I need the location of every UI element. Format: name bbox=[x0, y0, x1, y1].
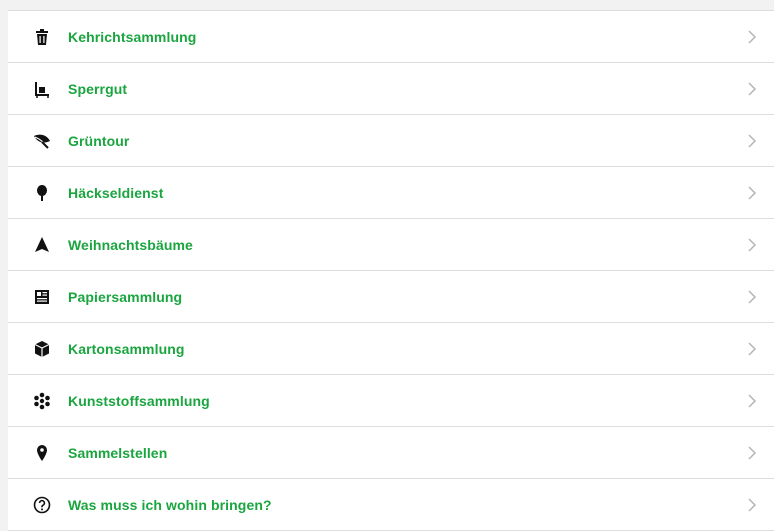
list-item-gruentour[interactable]: Grüntour bbox=[8, 115, 774, 167]
list-item-label: Kehrichtsammlung bbox=[68, 28, 197, 45]
list-item-haeckseldienst[interactable]: Häckseldienst bbox=[8, 167, 774, 219]
fir-tree-icon bbox=[30, 233, 54, 257]
list-item-label: Papiersammlung bbox=[68, 288, 183, 305]
list-item-papiersammlung[interactable]: Papiersammlung bbox=[8, 271, 774, 323]
chevron-right-icon bbox=[746, 29, 758, 44]
list-item-label: Sperrgut bbox=[68, 80, 128, 97]
list-item-label: Häckseldienst bbox=[68, 184, 164, 201]
list-item-label: Grüntour bbox=[68, 132, 130, 149]
location-pin-icon bbox=[30, 441, 54, 465]
chevron-right-icon bbox=[746, 341, 758, 356]
chevron-right-icon bbox=[746, 497, 758, 512]
plastic-icon bbox=[30, 389, 54, 413]
chevron-right-icon bbox=[746, 393, 758, 408]
list-item-label: Sammelstellen bbox=[68, 444, 168, 461]
question-icon bbox=[30, 493, 54, 517]
list-item-label: Kunststoffsammlung bbox=[68, 392, 210, 409]
list-item-weihnachtsbaeume[interactable]: Weihnachtsbäume bbox=[8, 219, 774, 271]
list-item-sperrgut[interactable]: Sperrgut bbox=[8, 63, 774, 115]
bulky-goods-icon bbox=[30, 77, 54, 101]
leaf-icon bbox=[30, 129, 54, 153]
list-item-label: Kartonsammlung bbox=[68, 340, 185, 357]
box-icon bbox=[30, 337, 54, 361]
list-item-kehrichtsammlung[interactable]: Kehrichtsammlung bbox=[8, 11, 774, 63]
newspaper-icon bbox=[30, 285, 54, 309]
list-item-sammelstellen[interactable]: Sammelstellen bbox=[8, 427, 774, 479]
chevron-right-icon bbox=[746, 445, 758, 460]
list-item-label: Was muss ich wohin bringen? bbox=[68, 496, 272, 513]
list-item-was-muss-ich-wohin-bringen[interactable]: Was muss ich wohin bringen? bbox=[8, 479, 774, 531]
tree-icon bbox=[30, 181, 54, 205]
waste-service-list: Kehrichtsammlung Sperrgut Grüntour Häcks… bbox=[8, 10, 774, 531]
chevron-right-icon bbox=[746, 185, 758, 200]
list-item-label: Weihnachtsbäume bbox=[68, 236, 193, 253]
chevron-right-icon bbox=[746, 81, 758, 96]
chevron-right-icon bbox=[746, 133, 758, 148]
chevron-right-icon bbox=[746, 289, 758, 304]
list-item-kartonsammlung[interactable]: Kartonsammlung bbox=[8, 323, 774, 375]
chevron-right-icon bbox=[746, 237, 758, 252]
list-item-kunststoffsammlung[interactable]: Kunststoffsammlung bbox=[8, 375, 774, 427]
trash-bin-icon bbox=[30, 25, 54, 49]
